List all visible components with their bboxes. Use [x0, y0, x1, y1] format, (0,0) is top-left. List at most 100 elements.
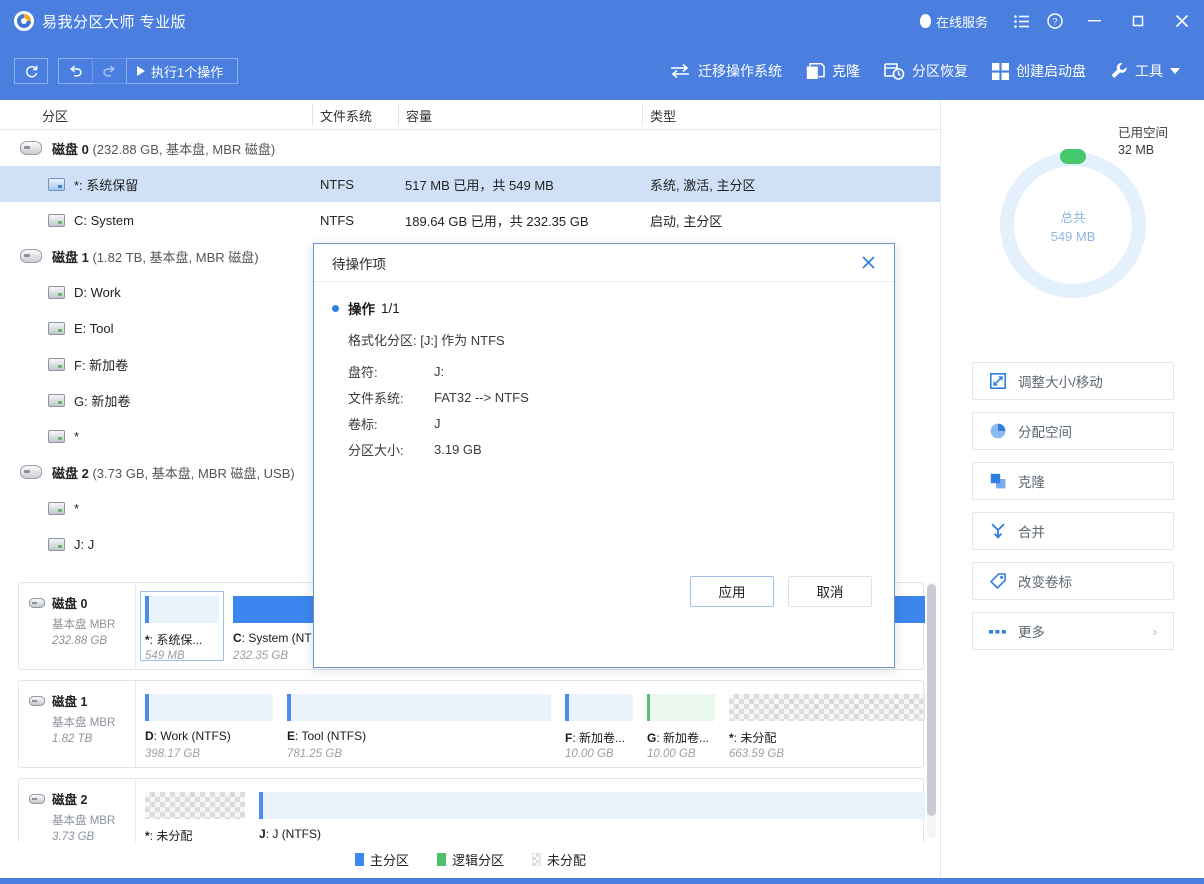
- column-header-capacity[interactable]: 容量: [406, 106, 432, 125]
- detail-key: 卷标:: [348, 414, 434, 433]
- tool-migrate-os[interactable]: 迁移操作系统: [657, 54, 794, 88]
- used-space-value: 32 MB: [1118, 143, 1168, 157]
- disk-map-bars-disk1: D: Work (NTFS) 398.17 GB E: Tool (NTFS) …: [136, 681, 923, 767]
- allocate-space-label: 分配空间: [1018, 421, 1072, 441]
- map-partition-size: 663.59 GB: [729, 748, 784, 760]
- merge-button[interactable]: 合并: [972, 512, 1174, 550]
- tool-tools-menu[interactable]: 工具: [1098, 54, 1192, 88]
- tool-create-bootable-disk[interactable]: 创建启动盘: [980, 54, 1098, 88]
- detail-row-drive-letter: 盘符: J:: [348, 358, 894, 384]
- bullet-icon: [332, 305, 339, 312]
- menu-icon[interactable]: [1004, 0, 1038, 42]
- map-partition-letter: D: [145, 729, 154, 743]
- disk-map-card-disk2[interactable]: 磁盘 2 基本盘 MBR 3.73 GB *: 未分配 558 MB: [18, 778, 924, 842]
- map-partition-label: *: 系统保...: [145, 631, 202, 648]
- title-bar: 易我分区大师 专业版 在线服务 ?: [0, 0, 1204, 42]
- minimize-button[interactable]: [1072, 0, 1116, 42]
- help-icon[interactable]: ?: [1038, 0, 1072, 42]
- undo-button[interactable]: [58, 58, 92, 84]
- more-label: 更多: [1018, 621, 1045, 641]
- execute-operations-button[interactable]: 执行1个操作: [126, 58, 238, 84]
- app-title: 易我分区大师 专业版: [42, 11, 186, 32]
- clone-label: 克隆: [1018, 471, 1045, 491]
- redo-button[interactable]: [92, 58, 126, 84]
- toolbar-left-group: 执行1个操作: [14, 58, 238, 84]
- map-partition-rest: : J (NTFS): [266, 827, 321, 841]
- tool-clone-label: 克隆: [832, 61, 860, 81]
- disk2-detail: (3.73 GB, 基本盘, MBR 磁盘, USB): [92, 466, 294, 481]
- title-bar-right-controls: 在线服务 ?: [919, 0, 1204, 42]
- map-partition-d-work[interactable]: D: Work (NTFS) 398.17 GB: [140, 689, 278, 759]
- detail-key: 分区大小:: [348, 440, 434, 459]
- play-icon: [137, 66, 145, 76]
- apply-button[interactable]: 应用: [690, 576, 774, 607]
- allocate-space-button[interactable]: 分配空间: [972, 412, 1174, 450]
- dialog-title: 待操作项: [332, 253, 386, 273]
- detail-row-filesystem: 文件系统: FAT32 --> NTFS: [348, 384, 894, 410]
- map-partition-label: *: 未分配: [145, 827, 192, 842]
- map-partition-f-newvolume[interactable]: F: 新加卷... 10.00 GB: [560, 689, 638, 759]
- legend-swatch-unallocated-icon: [532, 853, 541, 866]
- column-divider-2[interactable]: [398, 104, 399, 126]
- column-divider-3[interactable]: [642, 104, 643, 126]
- map-partition-j-j[interactable]: J: J (NTFS) 3.19 GB: [254, 787, 930, 842]
- operation-heading: 操作 1/1: [332, 298, 894, 318]
- map-partition-letter: C: [233, 631, 242, 645]
- operation-heading-label: 操作: [348, 298, 375, 318]
- disk-map-scrollbar-thumb[interactable]: [927, 584, 936, 816]
- disk1-label: 磁盘 1 (1.82 TB, 基本盘, MBR 磁盘): [52, 247, 259, 266]
- online-service-button[interactable]: 在线服务: [919, 12, 988, 31]
- close-button[interactable]: [1160, 0, 1204, 42]
- maximize-button[interactable]: [1116, 0, 1160, 42]
- disk-map-card-disk1[interactable]: 磁盘 1 基本盘 MBR 1.82 TB D: Work (NTFS) 398.…: [18, 680, 924, 768]
- more-button[interactable]: 更多 ›: [972, 612, 1174, 650]
- partition-type: 系统, 激活, 主分区: [650, 175, 755, 194]
- partition-capacity: 189.64 GB 已用，共 232.35 GB: [405, 211, 589, 230]
- partition-type: 启动, 主分区: [650, 211, 722, 230]
- partition-name: *: [74, 429, 79, 444]
- map-partition-letter: E: [287, 729, 295, 743]
- detail-value: J: [434, 416, 441, 431]
- more-dots-icon: [989, 623, 1006, 640]
- map-partition-disk2-unallocated[interactable]: *: 未分配 558 MB: [140, 787, 250, 842]
- resize-move-label: 调整大小/移动: [1018, 371, 1103, 391]
- map-partition-rest: : Work (NTFS): [154, 729, 231, 743]
- disk-map-name: 磁盘 2: [52, 789, 87, 808]
- map-partition-g-newvolume[interactable]: G: 新加卷... 10.00 GB: [642, 689, 720, 759]
- tree-row-disk0[interactable]: 磁盘 0 (232.88 GB, 基本盘, MBR 磁盘): [0, 130, 940, 166]
- allocate-space-icon: [989, 423, 1006, 440]
- column-header-filesystem[interactable]: 文件系统: [320, 106, 372, 125]
- disk-map-type: 基本盘 MBR: [52, 616, 135, 632]
- tree-row-c-system[interactable]: C: System NTFS 189.64 GB 已用，共 232.35 GB …: [0, 202, 940, 238]
- detail-key: 文件系统:: [348, 388, 434, 407]
- cancel-button[interactable]: 取消: [788, 576, 872, 607]
- partition-icon: [48, 358, 65, 371]
- change-label-button[interactable]: 改变卷标: [972, 562, 1174, 600]
- map-partition-letter: G: [647, 731, 656, 745]
- disk0-label: 磁盘 0 (232.88 GB, 基本盘, MBR 磁盘): [52, 139, 275, 158]
- refresh-button[interactable]: [14, 58, 48, 84]
- map-partition-e-tool[interactable]: E: Tool (NTFS) 781.25 GB: [282, 689, 556, 759]
- map-partition-size: 232.35 GB: [233, 650, 288, 662]
- map-partition-system-reserved[interactable]: *: 系统保... 549 MB: [140, 591, 224, 661]
- chevron-down-icon: [1170, 68, 1180, 74]
- partition-icon: [48, 178, 65, 191]
- close-icon[interactable]: [858, 253, 878, 273]
- tree-row-system-reserved[interactable]: *: 系统保留 NTFS 517 MB 已用，共 549 MB 系统, 激活, …: [0, 166, 940, 202]
- column-header-partition[interactable]: 分区: [42, 106, 68, 125]
- clone-button[interactable]: 克隆: [972, 462, 1174, 500]
- partition-usage-bar: [145, 792, 245, 819]
- column-header-type[interactable]: 类型: [650, 106, 676, 125]
- tool-partition-recovery[interactable]: 分区恢复: [872, 54, 980, 88]
- column-divider-1[interactable]: [312, 104, 313, 126]
- donut-total-label: 总共: [1060, 207, 1085, 226]
- disk-map-size: 3.73 GB: [52, 831, 135, 842]
- partition-icon: [48, 214, 65, 227]
- tool-clone[interactable]: 克隆: [794, 54, 872, 88]
- map-partition-disk1-unallocated[interactable]: *: 未分配 663.59 GB: [724, 689, 930, 759]
- operation-details: 盘符: J: 文件系统: FAT32 --> NTFS 卷标: J 分区大小: …: [348, 358, 894, 462]
- map-partition-rest: : 未分配: [150, 829, 193, 842]
- resize-move-button[interactable]: 调整大小/移动: [972, 362, 1174, 400]
- disk-icon: [20, 141, 42, 155]
- disk-map-scrollbar[interactable]: [927, 582, 936, 838]
